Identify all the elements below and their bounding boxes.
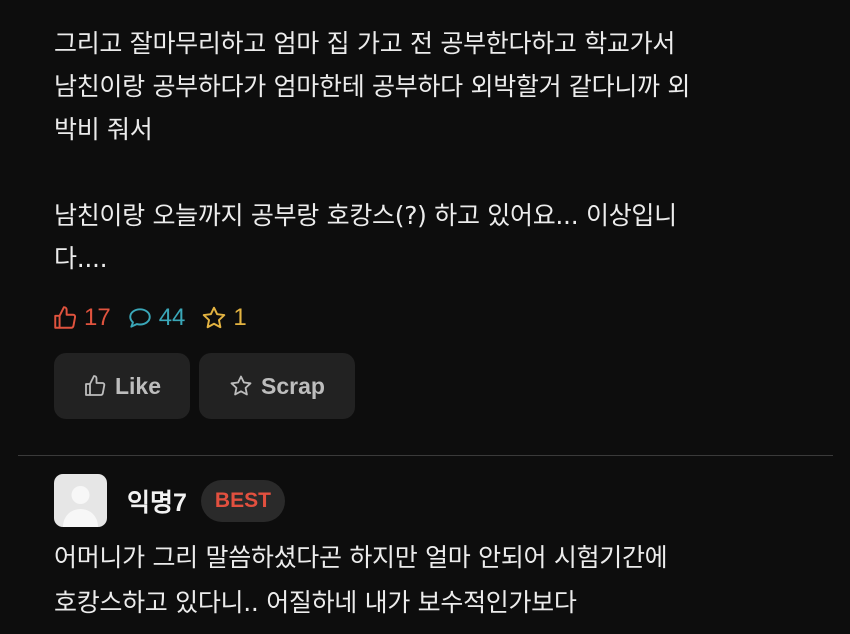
comment-header: 익명7 BEST — [54, 474, 285, 527]
post-line: 남친이랑 오늘까지 공부랑 호캉스(?) 하고 있어요... 이상입니 — [54, 201, 677, 230]
like-count-value: 17 — [84, 304, 111, 331]
like-button-label: Like — [114, 372, 162, 399]
post-actions: Like Scrap — [54, 353, 364, 419]
post-stats: 17 44 1 — [52, 302, 263, 334]
thumbs-up-icon — [54, 306, 77, 329]
post-line: 남친이랑 공부하다가 엄마한테 공부하다 외박할거 같다니까 외 — [54, 72, 691, 101]
comment-author[interactable]: 익명7 — [127, 483, 187, 519]
comment-count: 44 — [127, 304, 186, 332]
scrap-count-value: 1 — [233, 304, 247, 331]
post-line: 다.... — [54, 244, 108, 273]
comment-line: 호캉스하고 있다니.. 어질하네 내가 보수적인가보다 — [54, 588, 577, 617]
star-icon — [230, 375, 252, 396]
scrap-button[interactable]: Scrap — [199, 353, 355, 419]
star-icon — [203, 306, 226, 329]
section-divider — [18, 455, 833, 456]
best-badge: BEST — [200, 479, 285, 522]
speech-bubble-icon — [128, 308, 151, 328]
like-button[interactable]: Like — [54, 353, 190, 419]
scrap-count: 1 — [201, 304, 247, 332]
comment-count-value: 44 — [158, 304, 186, 331]
comment-line: 어머니가 그리 말씀하셨다곤 하지만 얼마 안되어 시험기간에 — [54, 543, 668, 572]
default-avatar-icon[interactable] — [54, 474, 107, 527]
thumbs-up-icon — [85, 375, 106, 396]
post-line: 박비 줘서 — [54, 115, 153, 144]
scrap-button-label: Scrap — [261, 372, 325, 399]
comment-body: 어머니가 그리 말씀하셨다곤 하지만 얼마 안되어 시험기간에 호캉스하고 있다… — [54, 535, 824, 625]
post-line: 그리고 잘마무리하고 엄마 집 가고 전 공부한다하고 학교가서 — [54, 29, 676, 58]
like-count: 17 — [52, 304, 111, 332]
post-body: 그리고 잘마무리하고 엄마 집 가고 전 공부한다하고 학교가서 남친이랑 공부… — [54, 22, 814, 280]
